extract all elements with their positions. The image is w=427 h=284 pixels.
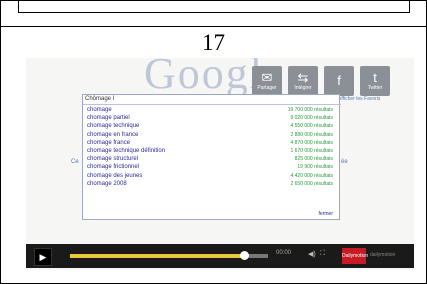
embed-button[interactable]: ⇆ Intégrer <box>288 66 318 96</box>
twitter-button-label: Twitter <box>367 85 383 91</box>
player-controls: ▶ 00:00 ◀) ⛶ Dailymotion dailymotion <box>26 244 414 268</box>
share-button[interactable]: ✉ Partager <box>252 66 282 96</box>
suggestion-list: chomage 19 700 000 résultats chomage part… <box>83 106 339 188</box>
suggestion-term: chomage en france <box>87 131 139 138</box>
suggestion-count: 9 020 000 résultats <box>290 115 333 122</box>
list-item[interactable]: chomage technique définition 1 670 000 ré… <box>83 147 339 155</box>
suggestion-count: 2 880 000 résultats <box>290 131 333 138</box>
progress-handle[interactable] <box>240 251 250 260</box>
suggestion-count: 1 670 000 résultats <box>290 147 333 154</box>
list-item[interactable]: chomage en france 2 880 000 résultats <box>83 131 339 139</box>
background-text-fragment: Ce <box>71 159 79 165</box>
list-item[interactable]: chomage structurel 825 000 résultats <box>83 155 339 163</box>
suggestion-term: chomage technique <box>87 123 140 130</box>
suggestion-count: 2 650 000 résultats <box>290 180 333 187</box>
embed-button-label: Intégrer <box>294 85 312 91</box>
suggestion-count: 19 900 résultats <box>297 164 333 171</box>
share-button-label: Partager <box>257 85 277 91</box>
time-display: 00:00 <box>276 250 292 256</box>
embed-icon: ⇆ <box>297 70 309 85</box>
list-item[interactable]: chomage technique 4 550 000 résultats <box>83 122 339 130</box>
play-button[interactable]: ▶ <box>34 248 52 266</box>
table-divider <box>0 26 427 27</box>
progress-bar[interactable] <box>70 251 268 260</box>
suggestion-term: chomage technique définition <box>87 147 166 154</box>
twitter-icon: t <box>373 70 377 85</box>
top-table-cell <box>18 0 410 13</box>
share-toolbar: ✉ Partager ⇆ Intégrer f t Twitter <box>252 66 390 96</box>
suggestion-count: 4 870 000 résultats <box>290 139 333 146</box>
video-frame[interactable]: Google ✉ Partager ⇆ Intégrer f t Twitter… <box>26 58 414 270</box>
close-suggestions-link[interactable]: fermer <box>319 211 333 217</box>
list-item[interactable]: chomage 19 700 000 résultats <box>83 106 339 114</box>
play-icon: ▶ <box>39 252 47 262</box>
fullscreen-icon[interactable]: ⛶ <box>320 250 325 258</box>
suggestion-count: 4 550 000 résultats <box>290 123 333 130</box>
twitter-button[interactable]: t Twitter <box>360 66 390 96</box>
facebook-icon: f <box>337 73 341 88</box>
suggestion-term: chomage frictionnel <box>87 164 140 171</box>
progress-fill <box>70 254 245 258</box>
list-item[interactable]: chomage france 4 870 000 résultats <box>83 139 339 147</box>
facebook-button[interactable]: f <box>324 66 354 96</box>
list-item[interactable]: chomage partiel 9 020 000 résultats <box>83 114 339 122</box>
suggestion-term: chomage 2008 <box>87 180 127 187</box>
suggestion-term: chomage partiel <box>87 115 130 122</box>
list-item[interactable]: chomage des jeunes 4 420 000 résultats <box>83 172 339 180</box>
favorites-link[interactable]: Afficher les Favoris <box>338 96 380 102</box>
list-item[interactable]: chomage frictionnel 19 900 résultats <box>83 163 339 171</box>
page-number: 17 <box>202 30 225 55</box>
search-suggestions-box: Chômage I chomage 19 700 000 résultats ch… <box>82 94 341 220</box>
suggestion-count: 4 420 000 résultats <box>290 172 333 179</box>
brand-logo[interactable]: Dailymotion <box>342 248 368 264</box>
list-item[interactable]: chomage 2008 2 650 000 résultats <box>83 180 339 188</box>
suggestion-term: chomage <box>87 107 112 113</box>
suggestion-count: 825 000 résultats <box>294 156 333 163</box>
share-icon: ✉ <box>261 70 273 85</box>
brand-text: dailymotion <box>370 252 396 258</box>
suggestion-term: chomage structurel <box>87 156 139 163</box>
volume-icon[interactable]: ◀) <box>308 250 316 258</box>
suggestion-term: chomage france <box>87 139 131 146</box>
search-input[interactable]: Chômage I <box>83 95 341 105</box>
background-text-fragment-right: ée <box>341 159 348 165</box>
suggestion-count: 19 700 000 résultats <box>287 107 333 113</box>
suggestion-term: chomage des jeunes <box>87 172 143 179</box>
